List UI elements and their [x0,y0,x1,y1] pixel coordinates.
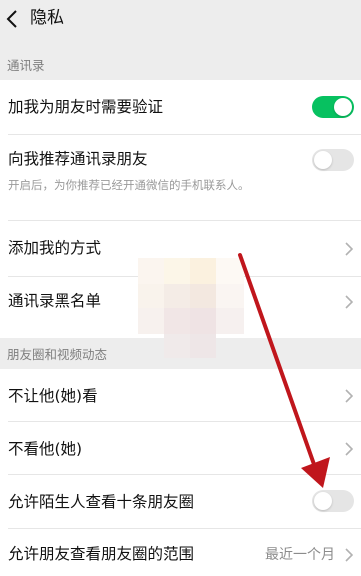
chevron-right-icon [345,242,353,256]
friend-verification-toggle[interactable] [312,96,354,118]
row-recommend-contacts[interactable]: 向我推荐通讯录朋友 开启后，为你推荐已经开通微信的手机联系人。 [0,135,361,197]
row-moments-visible-range[interactable]: 允许朋友查看朋友圈的范围 最近一个月 [0,529,361,576]
strangers-view-toggle[interactable] [312,490,354,512]
moments-card: 不让他(她)看 不看他(她) 允许陌生人查看十条朋友圈 允许朋友查看朋友圈的范围… [0,369,361,576]
page-title: 隐私 [30,8,64,28]
row-subtitle: 开启后，为你推荐已经开通微信的手机联系人。 [8,178,250,192]
recommend-contacts-toggle[interactable] [312,149,354,171]
row-friend-verification[interactable]: 加我为朋友时需要验证 [0,80,361,134]
chevron-right-icon [345,548,353,562]
row-label: 允许陌生人查看十条朋友圈 [8,493,195,511]
section-header-contacts: 通讯录 [7,58,45,73]
row-label: 加我为朋友时需要验证 [8,98,164,116]
section-header-moments: 朋友圈和视频动态 [7,347,108,362]
row-label: 不让他(她)看 [8,387,98,405]
top-bar: 隐私 [0,0,361,40]
chevron-right-icon [345,295,353,309]
toggle-knob [334,98,352,116]
chevron-right-icon [345,389,353,403]
chevron-right-icon [345,442,353,456]
row-strangers-view-ten-posts[interactable]: 允许陌生人查看十条朋友圈 [0,475,361,528]
chevron-left-icon[interactable] [4,8,20,30]
mosaic-blur-overlay [138,258,244,358]
row-label: 允许朋友查看朋友圈的范围 [8,545,195,563]
row-label: 向我推荐通讯录朋友 [8,150,148,168]
row-label: 不看他(她) [8,440,83,458]
visible-range-value: 最近一个月 [265,547,335,563]
toggle-knob [314,492,332,510]
row-hide-their-posts[interactable]: 不看他(她) [0,422,361,474]
toggle-knob [314,151,332,169]
row-label: 添加我的方式 [8,239,102,257]
row-hide-my-posts[interactable]: 不让他(她)看 [0,369,361,421]
row-label: 通讯录黑名单 [8,292,102,310]
